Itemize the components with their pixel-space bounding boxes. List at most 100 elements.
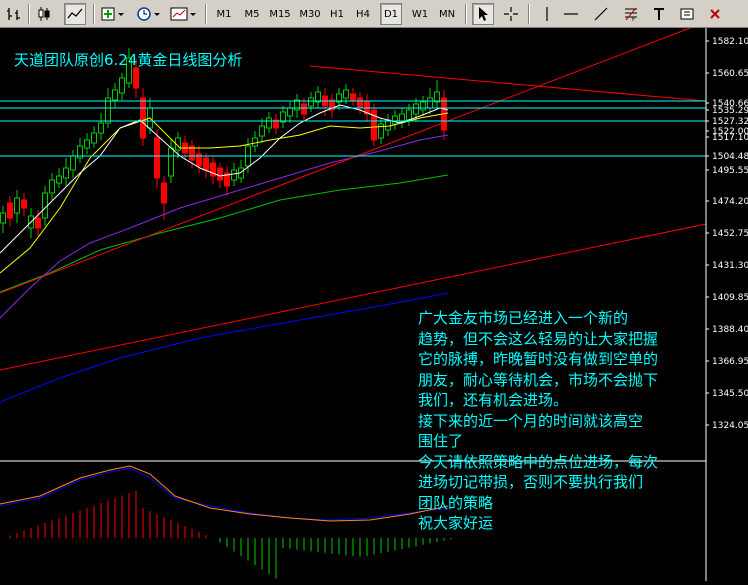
candle-body (49, 179, 55, 194)
candle-body (140, 97, 146, 139)
price-label: 1582.10 (712, 37, 748, 47)
horizontal-line-icon[interactable] (560, 3, 582, 25)
candle-body (231, 169, 237, 181)
separator (465, 4, 467, 24)
candle-body (266, 117, 272, 129)
separator (528, 4, 530, 24)
trendline-icon[interactable] (590, 3, 612, 25)
candle-body (217, 167, 223, 181)
timeframe-h4[interactable]: H4 (352, 3, 374, 25)
candle-body (42, 192, 48, 219)
clock-icon[interactable] (134, 3, 164, 25)
moving-averages (0, 104, 449, 403)
candlesticks (0, 48, 447, 238)
price-label: 1474.20 (712, 197, 748, 207)
candle-body (259, 125, 265, 137)
svg-text:F: F (632, 16, 636, 22)
note-line: 今天请依照策略中的点位进场，每次 (418, 452, 659, 471)
timeframe-d1[interactable]: D1 (380, 3, 402, 25)
candle-body (70, 155, 76, 171)
arrow-label-icon[interactable] (676, 3, 698, 25)
candle-body (252, 137, 258, 147)
note-line: 朋友，耐心等待机会，市场不会抛下 (418, 370, 659, 389)
bar-chart-icon[interactable] (3, 3, 25, 25)
timeframe-m1[interactable]: M1 (212, 3, 236, 25)
candle-body (154, 137, 160, 179)
candle-body (308, 97, 314, 107)
candle-body (105, 97, 111, 124)
fibonacci-icon[interactable]: F (620, 3, 642, 25)
candle-body (406, 109, 412, 121)
ma-blue-line (0, 292, 449, 403)
note-line: 接下来的近一个月的时间就该高空 (418, 411, 644, 430)
objects-icon[interactable] (704, 3, 726, 25)
macd-line (0, 465, 449, 522)
price-label: 1452.75 (712, 229, 748, 239)
timeframe-mn[interactable]: MN (434, 3, 460, 25)
separator (93, 4, 95, 24)
candle-body (287, 107, 293, 117)
resistance-trendline (309, 65, 707, 102)
candle-body (357, 97, 363, 109)
candle-body (420, 101, 426, 111)
candle-body (84, 139, 90, 149)
note-line: 趋势，但不会这么轻易的让大家把握 (418, 329, 659, 348)
price-label: 1345.50 (712, 389, 748, 399)
timeframe-m15[interactable]: M15 (266, 3, 294, 25)
candle-body (119, 77, 125, 94)
note-line: 进场切记带损，否则不要执行我们 (418, 473, 644, 491)
line-chart-icon[interactable] (64, 3, 86, 25)
signal-line (0, 467, 449, 521)
crosshair-icon[interactable] (500, 3, 522, 25)
price-label: 1431.30 (712, 261, 748, 271)
note-line: 祝大家好运 (418, 514, 494, 532)
candle-body (133, 67, 139, 89)
price-label: 1535.29 (712, 106, 748, 116)
new-order-icon[interactable] (98, 3, 128, 25)
ma-green-line (0, 174, 449, 293)
price-label: 1324.05 (712, 421, 748, 431)
candlestick-chart-icon[interactable] (33, 3, 55, 25)
note-line: 它的脉搏，昨晚暂时没有做到空单的 (418, 350, 659, 368)
template-icon[interactable] (168, 3, 200, 25)
timeframe-m30[interactable]: M30 (296, 3, 324, 25)
note-line: 围住了 (418, 432, 464, 450)
text-label-icon[interactable] (648, 3, 670, 25)
timeframe-h1[interactable]: H1 (326, 3, 348, 25)
separator (28, 4, 30, 24)
price-label: 1409.85 (712, 293, 748, 303)
timeframe-m5[interactable]: M5 (240, 3, 264, 25)
candle-body (91, 132, 97, 144)
analysis-notes: 广大金友市场已经进入一个新的趋势，但不会这么轻易的让大家把握 它的脉搏，昨晚暂时没… (418, 308, 658, 534)
price-label: 1504.48 (712, 152, 748, 162)
note-line: 广大金友市场已经进入一个新的 (418, 309, 629, 327)
note-line: 团队的策略 (418, 493, 494, 512)
price-label: 1495.55 (712, 166, 748, 176)
candle-body (413, 103, 419, 115)
price-label: 1388.40 (712, 325, 748, 335)
vertical-line-icon[interactable] (536, 3, 558, 25)
separator (205, 4, 207, 24)
note-line: 我们，还有机会进场。 (418, 391, 569, 409)
ma-violet-line (0, 134, 449, 319)
candle-body (21, 199, 27, 209)
cursor-icon[interactable] (472, 3, 494, 25)
candle-body (98, 122, 104, 134)
candle-body (35, 217, 41, 229)
candle-body (392, 115, 398, 125)
candle-body (63, 167, 69, 179)
price-label: 1517.10 (712, 133, 748, 143)
timeframe-w1[interactable]: W1 (408, 3, 432, 25)
chart-title: 天道团队原创6.24黄金日线图分析 (14, 51, 243, 69)
price-label: 1560.65 (712, 69, 748, 79)
candle-body (112, 89, 118, 101)
price-label: 1527.32 (712, 117, 748, 127)
candle-body (0, 212, 6, 224)
candle-body (161, 182, 167, 204)
candle-body (14, 197, 20, 214)
candle-body (350, 93, 356, 101)
price-label: 1366.95 (712, 357, 748, 367)
candle-body (301, 103, 307, 115)
toolbar: M1 M5 M15 M30 H1 H4 D1 W1 MN F (0, 0, 748, 28)
candle-body (56, 175, 62, 184)
